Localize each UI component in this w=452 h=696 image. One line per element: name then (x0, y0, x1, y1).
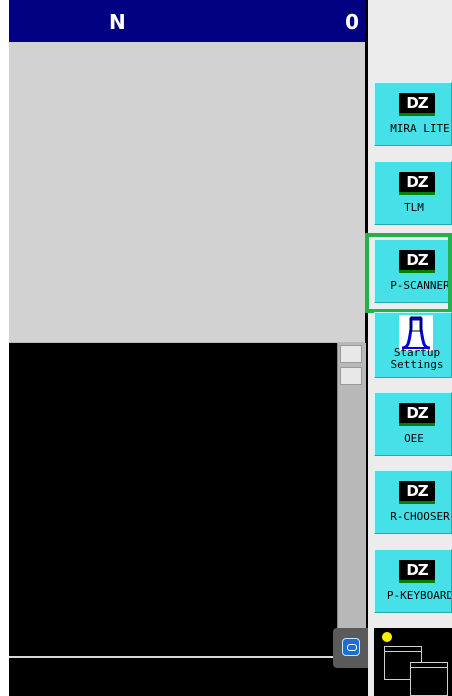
windows-icon[interactable] (410, 662, 448, 696)
tile-label: Startup Settings (390, 346, 444, 371)
launcher-tlm[interactable]: DZ TLM (374, 161, 452, 225)
launcher-startup-settings[interactable]: Startup Settings (374, 312, 452, 378)
launcher-r-chooser[interactable]: DZ R-CHOOSER (374, 470, 452, 534)
console-output[interactable] (9, 343, 337, 653)
system-tray[interactable] (374, 628, 452, 696)
dz-logo-icon: DZ (399, 481, 435, 504)
tile-label: OEE (404, 432, 424, 445)
dz-logo-icon: DZ (399, 172, 435, 195)
launcher-p-scanner[interactable]: DZ P-SCANNER (374, 239, 452, 303)
remote-support-icon (342, 638, 360, 656)
launcher-mira-lite[interactable]: DZ MIRA LITE (374, 82, 452, 146)
console-bottom-border (9, 656, 337, 658)
status-indicator-icon (382, 632, 392, 642)
tile-label: MIRA LITE (390, 122, 450, 135)
launcher-oee[interactable]: DZ OEE (374, 392, 452, 456)
scroll-thumb[interactable] (340, 367, 362, 385)
launcher-p-keyboard[interactable]: DZ P-KEYBOARD (374, 549, 452, 613)
scroll-up-button[interactable] (340, 345, 362, 363)
tile-label: P-SCANNER (390, 279, 450, 292)
remote-support-tab[interactable] (333, 628, 368, 668)
tile-label: TLM (404, 201, 424, 214)
tile-label: P-KEYBOARD (386, 589, 452, 602)
dz-logo-icon: DZ (399, 93, 435, 116)
content-panel (9, 42, 365, 343)
dz-logo-icon: DZ (399, 250, 435, 273)
dz-logo-icon: DZ (399, 560, 435, 583)
title-left-text: N (109, 10, 126, 34)
title-right-text: 0 (345, 10, 359, 34)
title-bar: N 0 (9, 0, 365, 42)
dz-logo-icon: DZ (399, 403, 435, 426)
tile-label: R-CHOOSER (390, 510, 450, 523)
console-scrollbar[interactable] (337, 343, 366, 628)
